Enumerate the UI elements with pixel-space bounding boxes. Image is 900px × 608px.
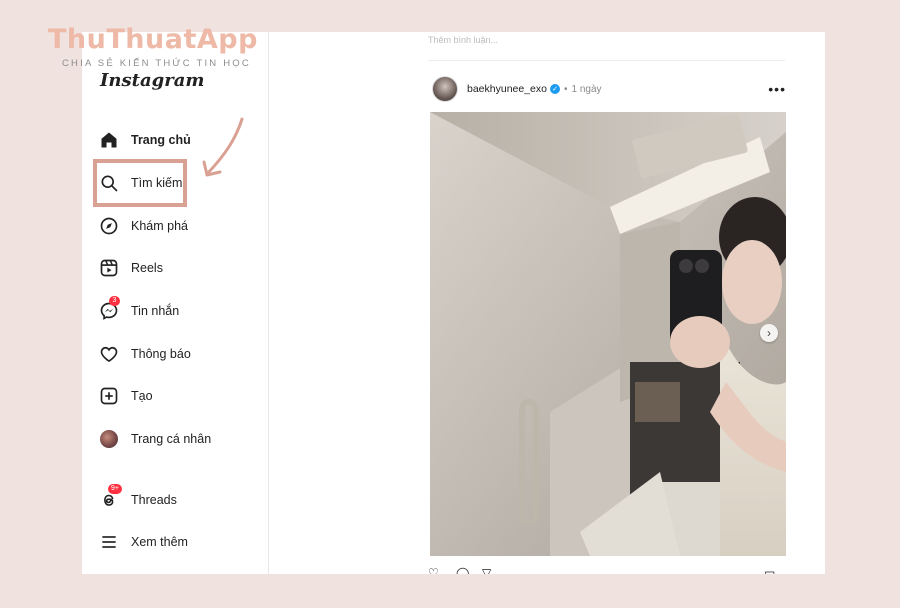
post-username[interactable]: baekhyunee_exo [467, 83, 547, 95]
verified-icon: ✓ [550, 84, 560, 94]
sidebar-item-label: Reels [131, 261, 163, 275]
sidebar-item-messages[interactable]: 3 Tin nhắn [98, 296, 180, 325]
post-photo[interactable]: › [430, 112, 786, 556]
instagram-logo[interactable]: Instagram [100, 70, 204, 91]
threads-icon: 9+ [98, 484, 122, 511]
create-icon [98, 385, 120, 407]
search-highlight-box [93, 159, 187, 207]
previous-post-comment-hint: Thêm bình luận... [428, 35, 499, 45]
sidebar-item-threads[interactable]: 9+ Threads [98, 484, 177, 514]
post-author-avatar[interactable] [432, 76, 458, 102]
sidebar-item-more[interactable]: Xem thêm [98, 528, 188, 556]
more-options-button[interactable]: ••• [768, 81, 786, 97]
sidebar-item-reels[interactable]: Reels [98, 254, 163, 282]
sidebar-item-label: Trang chủ [131, 133, 191, 147]
post-separator: • [564, 83, 568, 95]
sidebar-item-profile[interactable]: Trang cá nhân [98, 425, 211, 453]
post-header: baekhyunee_exo ✓ • 1 ngày ••• [432, 76, 786, 102]
reels-icon [98, 257, 120, 279]
watermark: ThuThuatApp CHIA SẺ KIẾN THỨC TIN HỌC [48, 24, 258, 69]
sidebar-item-label: Threads [131, 493, 177, 507]
sidebar-item-label: Trang cá nhân [131, 432, 212, 446]
sidebar-item-create[interactable]: Tạo [98, 382, 153, 410]
sidebar-item-notifications[interactable]: Thông báo [98, 340, 191, 368]
post-divider [428, 60, 785, 61]
home-icon [98, 129, 120, 151]
instagram-window: Instagram Trang chủ Tìm kiếm Khám phá Re… [82, 32, 825, 574]
comment-icon[interactable]: ◯ [456, 566, 469, 574]
watermark-title: ThuThuatApp [48, 24, 258, 55]
sidebar-item-label: Xem thêm [131, 535, 188, 549]
sidebar-item-label: Tin nhắn [131, 304, 180, 318]
sidebar-item-home[interactable]: Trang chủ [98, 126, 191, 154]
post-photo-image [430, 112, 786, 556]
watermark-subtitle: CHIA SẺ KIẾN THỨC TIN HỌC [62, 58, 251, 69]
sidebar-item-label: Khám phá [131, 219, 188, 233]
sidebar-item-label: Tạo [131, 389, 153, 403]
messages-badge: 3 [109, 296, 120, 306]
messenger-icon: 3 [98, 296, 120, 322]
feed: Thêm bình luận... baekhyunee_exo ✓ • 1 n… [268, 32, 825, 574]
sidebar-item-explore[interactable]: Khám phá [98, 212, 188, 240]
post-actions: ♡ ◯ ▽ ▭ [428, 566, 788, 574]
sidebar: Instagram Trang chủ Tìm kiếm Khám phá Re… [82, 32, 269, 574]
sidebar-item-label: Thông báo [131, 347, 191, 361]
share-icon[interactable]: ▽ [482, 566, 491, 574]
like-icon[interactable]: ♡ [428, 566, 439, 574]
compass-icon [98, 215, 120, 237]
annotation-arrow-icon [202, 117, 244, 177]
profile-avatar [100, 430, 118, 448]
profile-avatar-wrap [98, 428, 120, 450]
save-icon[interactable]: ▭ [764, 566, 775, 574]
heart-icon [98, 343, 120, 365]
menu-icon [98, 531, 120, 553]
next-photo-button[interactable]: › [760, 324, 778, 342]
threads-badge: 9+ [108, 484, 122, 494]
post-time: 1 ngày [571, 83, 602, 95]
